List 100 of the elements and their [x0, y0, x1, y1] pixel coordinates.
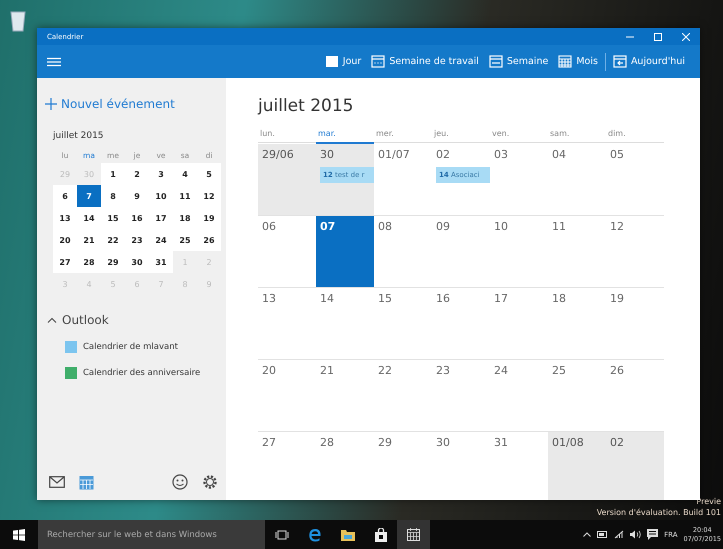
message-icon[interactable]: [647, 529, 658, 540]
day-cell[interactable]: 28: [316, 432, 374, 500]
day-cell[interactable]: 15: [374, 288, 432, 360]
menu-button[interactable]: [47, 56, 61, 66]
mini-calendar-day[interactable]: 22: [101, 229, 125, 251]
mail-icon[interactable]: [49, 476, 65, 488]
mini-calendar-day[interactable]: 11: [173, 185, 197, 207]
calendar-name[interactable]: Calendrier de mlavant: [83, 342, 178, 352]
view-button[interactable]: Aujourd'hui: [608, 50, 690, 74]
mini-calendar-day[interactable]: 13: [53, 207, 77, 229]
chevron-up-icon[interactable]: [583, 532, 592, 537]
mini-calendar-day[interactable]: 7: [77, 185, 101, 207]
day-cell[interactable]: 02: [606, 432, 664, 500]
mini-calendar-day[interactable]: 26: [197, 229, 221, 251]
mini-calendar-day[interactable]: 25: [173, 229, 197, 251]
day-cell[interactable]: 17: [490, 288, 548, 360]
day-number: 11: [552, 220, 567, 233]
day-number: 06: [262, 220, 277, 233]
mini-calendar-day[interactable]: 2: [125, 163, 149, 185]
account-toggle[interactable]: Outlook: [47, 313, 109, 327]
day-cell[interactable]: 19: [606, 288, 664, 360]
day-number: 25: [552, 364, 567, 377]
day-cell[interactable]: 21: [316, 360, 374, 432]
day-cell[interactable]: 29: [374, 432, 432, 500]
chevron-icon: [47, 317, 57, 323]
mini-calendar-day[interactable]: 21: [77, 229, 101, 251]
day-cell[interactable]: 10: [490, 216, 548, 288]
day-cell[interactable]: 14: [316, 288, 374, 360]
weekday-header: ven.: [490, 124, 548, 143]
settings-icon[interactable]: [202, 474, 218, 490]
view-button[interactable]: Semaine de travail: [366, 50, 484, 74]
mini-calendar-day[interactable]: 27: [53, 251, 77, 273]
day-number: 31: [494, 436, 509, 449]
mini-calendar-day[interactable]: 15: [101, 207, 125, 229]
new-event-button[interactable]: Nouvel événement: [45, 97, 175, 111]
day-cell[interactable]: 16: [432, 288, 490, 360]
calendar-icon[interactable]: [397, 520, 430, 549]
day-cell[interactable]: 01/07: [374, 144, 432, 216]
day-number: 27: [262, 436, 277, 449]
day-number: 01/08: [552, 436, 585, 449]
day-number: 12: [610, 220, 625, 233]
view-button[interactable]: Semaine: [484, 50, 554, 74]
day-cell[interactable]: 01/08: [548, 432, 606, 500]
mini-calendar-day[interactable]: 14: [77, 207, 101, 229]
menu-icon: [47, 56, 61, 66]
battery-icon[interactable]: [597, 531, 608, 538]
day-cell[interactable]: 05: [606, 144, 664, 216]
day-cell[interactable]: 22: [374, 360, 432, 432]
day-cell[interactable]: 18: [548, 288, 606, 360]
mini-calendar-day[interactable]: 16: [125, 207, 149, 229]
smiley-icon[interactable]: [172, 474, 188, 490]
mini-calendar-day[interactable]: 12: [197, 185, 221, 207]
day-cell[interactable]: 03: [490, 144, 548, 216]
network-icon[interactable]: [614, 530, 624, 539]
day-cell[interactable]: 04: [548, 144, 606, 216]
day-cell[interactable]: 20: [258, 360, 316, 432]
mini-calendar-day[interactable]: 6: [53, 185, 77, 207]
calendar-name[interactable]: Calendrier des anniversaire: [83, 368, 200, 378]
day-number: 23: [436, 364, 451, 377]
day-cell[interactable]: 08: [374, 216, 432, 288]
mini-calendar-day[interactable]: 3: [149, 163, 173, 185]
mini-calendar-day[interactable]: 9: [125, 185, 149, 207]
mini-calendar-day[interactable]: 10: [149, 185, 173, 207]
day-number: 20: [262, 364, 277, 377]
day-cell[interactable]: 13: [258, 288, 316, 360]
mini-calendar-day[interactable]: 29: [101, 251, 125, 273]
view-button[interactable]: Mois: [553, 50, 603, 74]
mini-calendar-day[interactable]: 24: [149, 229, 173, 251]
search-field[interactable]: Rechercher sur le web et dans Windows: [38, 520, 265, 549]
day-number: 10: [494, 220, 509, 233]
day-cell[interactable]: 23: [432, 360, 490, 432]
mini-calendar-day[interactable]: 1: [101, 163, 125, 185]
day-cell[interactable]: 09: [432, 216, 490, 288]
day-cell[interactable]: 12: [606, 216, 664, 288]
day-cell[interactable]: 30: [432, 432, 490, 500]
day-cell[interactable]: 11: [548, 216, 606, 288]
day-cell[interactable]: 24: [490, 360, 548, 432]
day-number: 29/06: [262, 148, 295, 161]
day-cell[interactable]: 07: [316, 216, 374, 288]
mini-calendar-day[interactable]: 18: [173, 207, 197, 229]
mini-calendar-day[interactable]: 19: [197, 207, 221, 229]
day-cell[interactable]: 29/06: [258, 144, 316, 216]
watermark-text: Version d'évaluation. Build 101: [596, 507, 721, 518]
day-number: 29: [378, 436, 393, 449]
mini-calendar-day[interactable]: 8: [101, 185, 125, 207]
day-number: 15: [378, 292, 393, 305]
view-button[interactable]: Jour: [320, 50, 366, 74]
maximize-icon: [654, 32, 662, 40]
mini-calendar-day[interactable]: 30: [125, 251, 149, 273]
day-cell[interactable]: 27: [258, 432, 316, 500]
mini-calendar-day[interactable]: 28: [77, 251, 101, 273]
weekday-header: lun.: [258, 124, 316, 143]
mini-calendar-day[interactable]: 20: [53, 229, 77, 251]
mini-calendar-day[interactable]: 17: [149, 207, 173, 229]
mini-calendar-day[interactable]: 23: [125, 229, 149, 251]
calendar-icon: [488, 55, 503, 68]
speaker-icon[interactable]: [630, 530, 642, 539]
mini-calendar-day[interactable]: 5: [197, 163, 221, 185]
mini-calendar-day[interactable]: 4: [173, 163, 197, 185]
mini-calendar-day[interactable]: 31: [149, 251, 173, 273]
